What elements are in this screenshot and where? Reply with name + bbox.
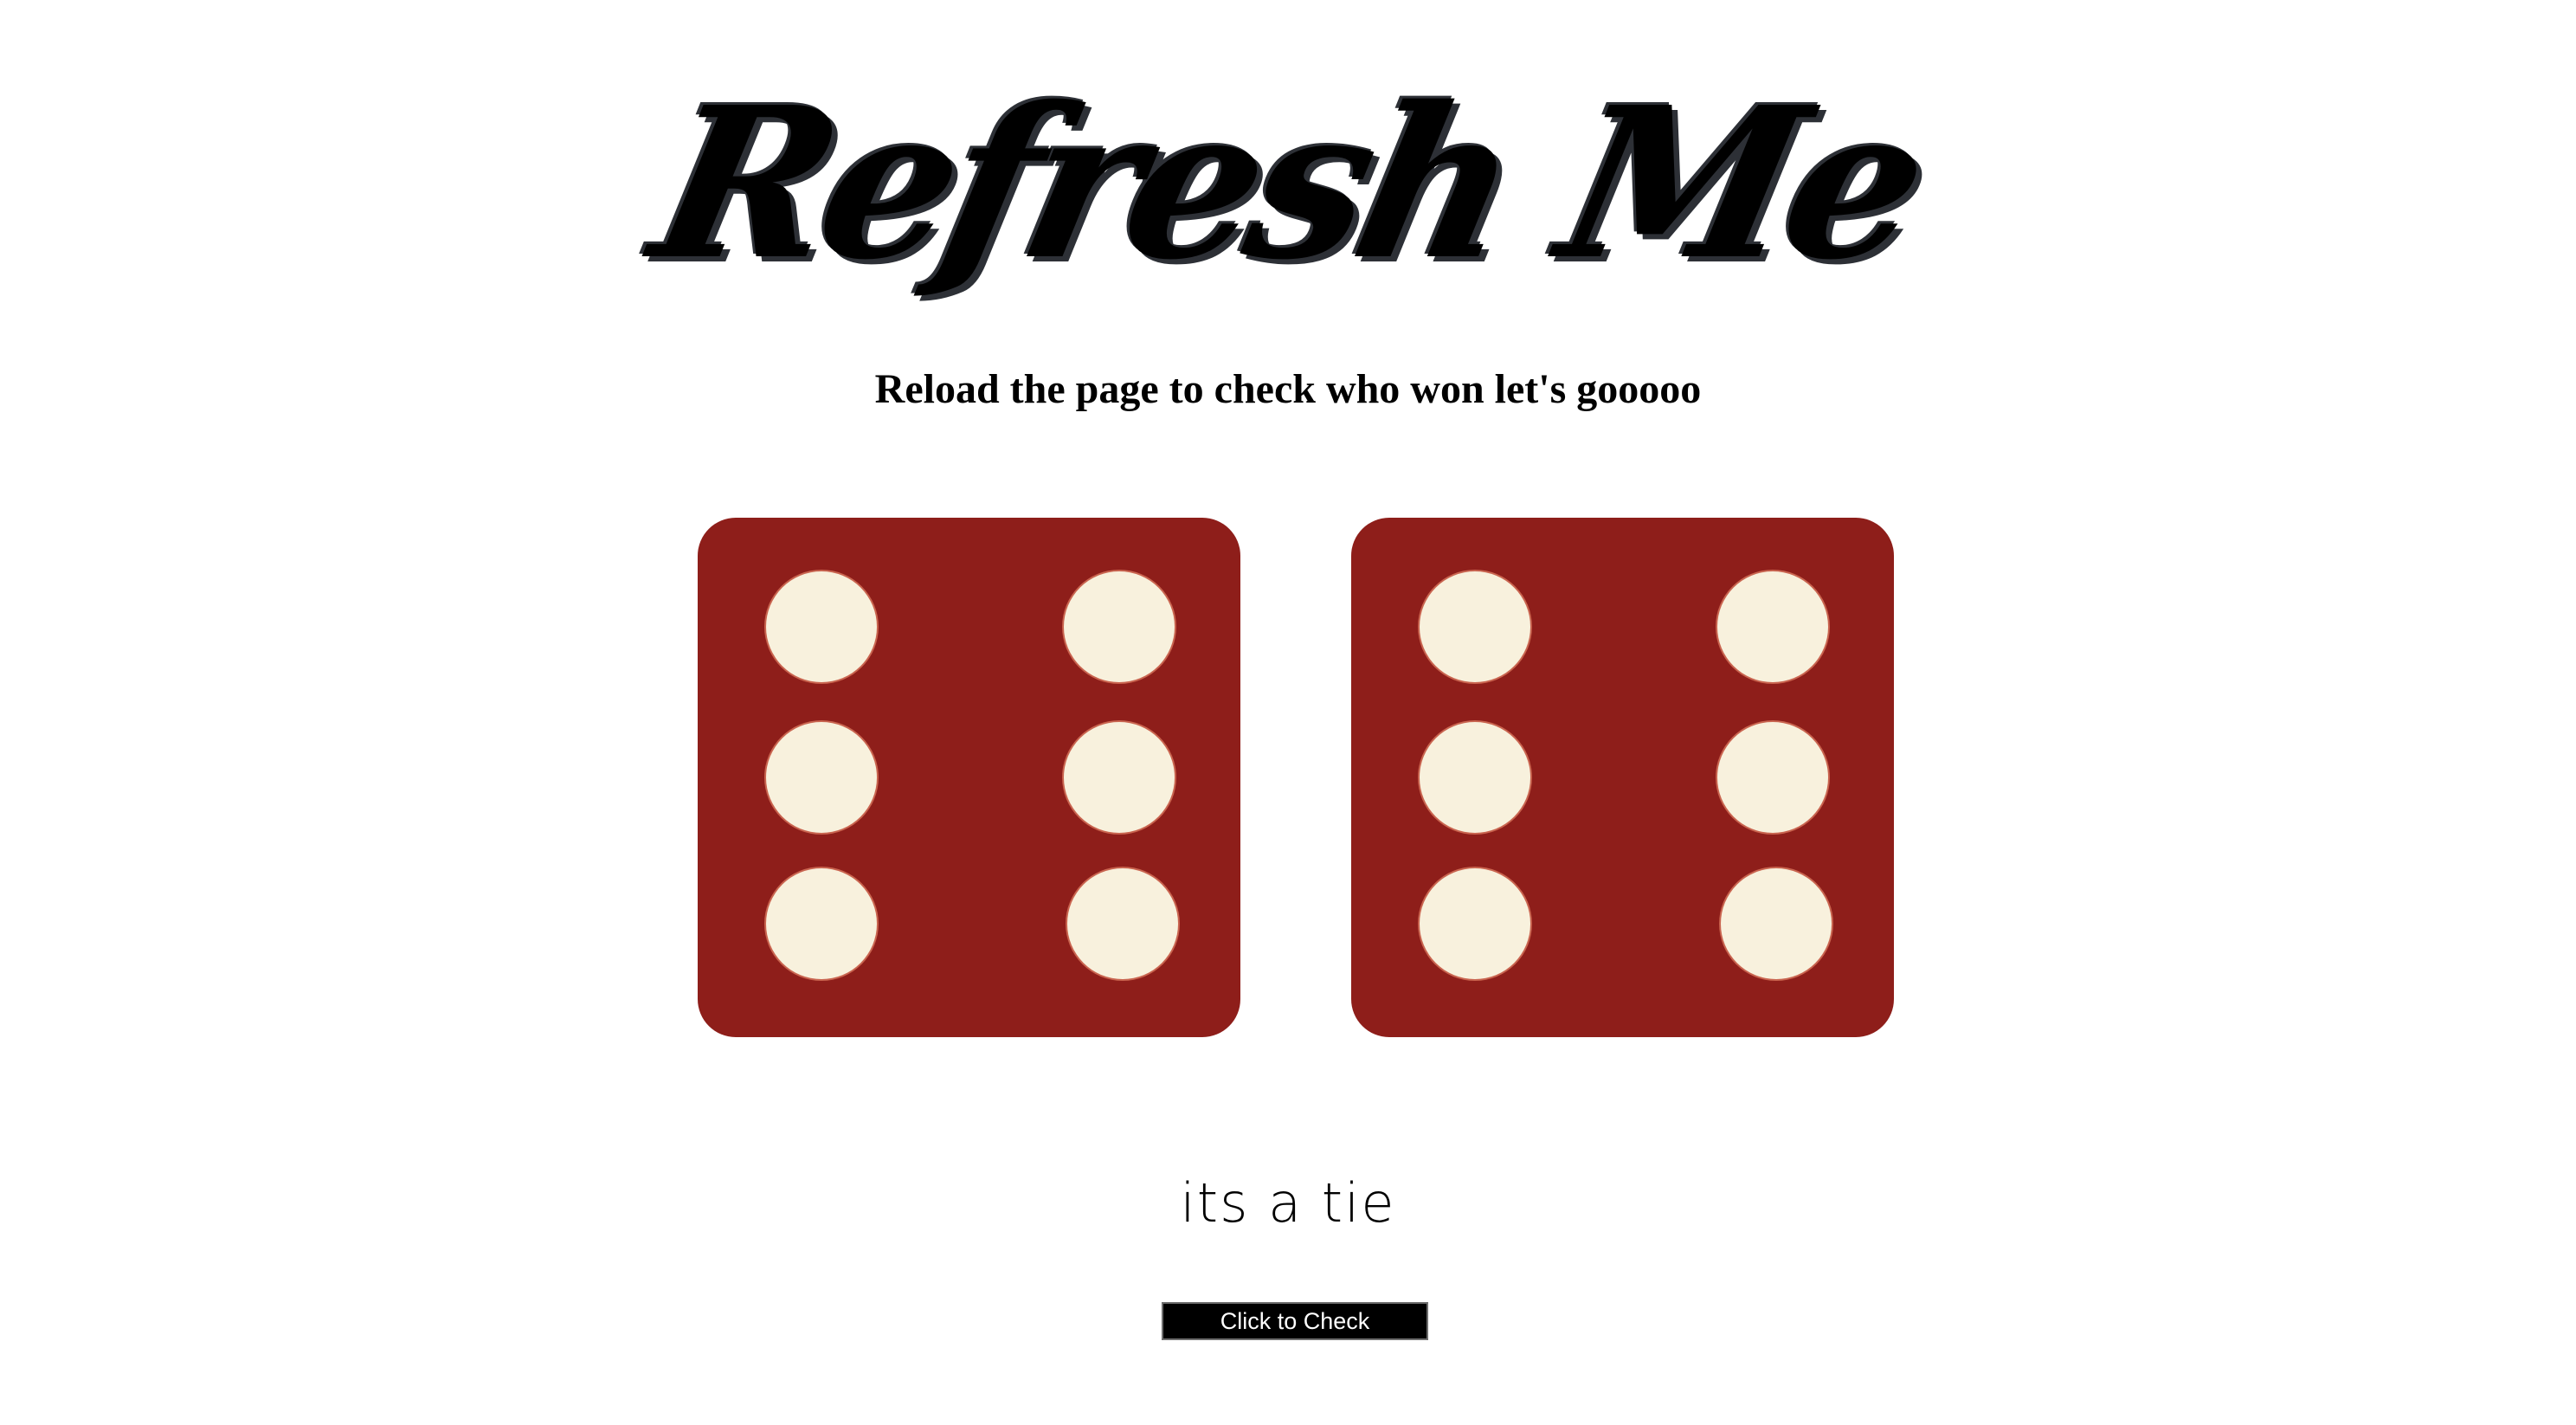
- pip-icon: [766, 722, 877, 833]
- pip-icon: [1420, 571, 1530, 682]
- page-title: Refresh Me: [635, 61, 1941, 306]
- dice-row: [0, 518, 2576, 1037]
- page-subtitle: Reload the page to check who won let's g…: [874, 366, 1702, 412]
- pip-icon: [766, 868, 877, 979]
- die-player-2: [1351, 518, 1894, 1037]
- pip-icon: [1064, 571, 1175, 682]
- pip-icon: [1420, 722, 1530, 833]
- pip-icon: [1420, 868, 1530, 979]
- check-button[interactable]: Click to Check: [1162, 1302, 1428, 1340]
- result-text: its a tie: [1180, 1171, 1396, 1235]
- pip-icon: [1064, 722, 1175, 833]
- pip-icon: [1717, 571, 1828, 682]
- pip-icon: [1721, 868, 1832, 979]
- pip-icon: [1717, 722, 1828, 833]
- pip-icon: [1067, 868, 1178, 979]
- pip-icon: [766, 571, 877, 682]
- die-player-1: [698, 518, 1240, 1037]
- page: Refresh Me Reload the page to check who …: [0, 0, 2576, 1425]
